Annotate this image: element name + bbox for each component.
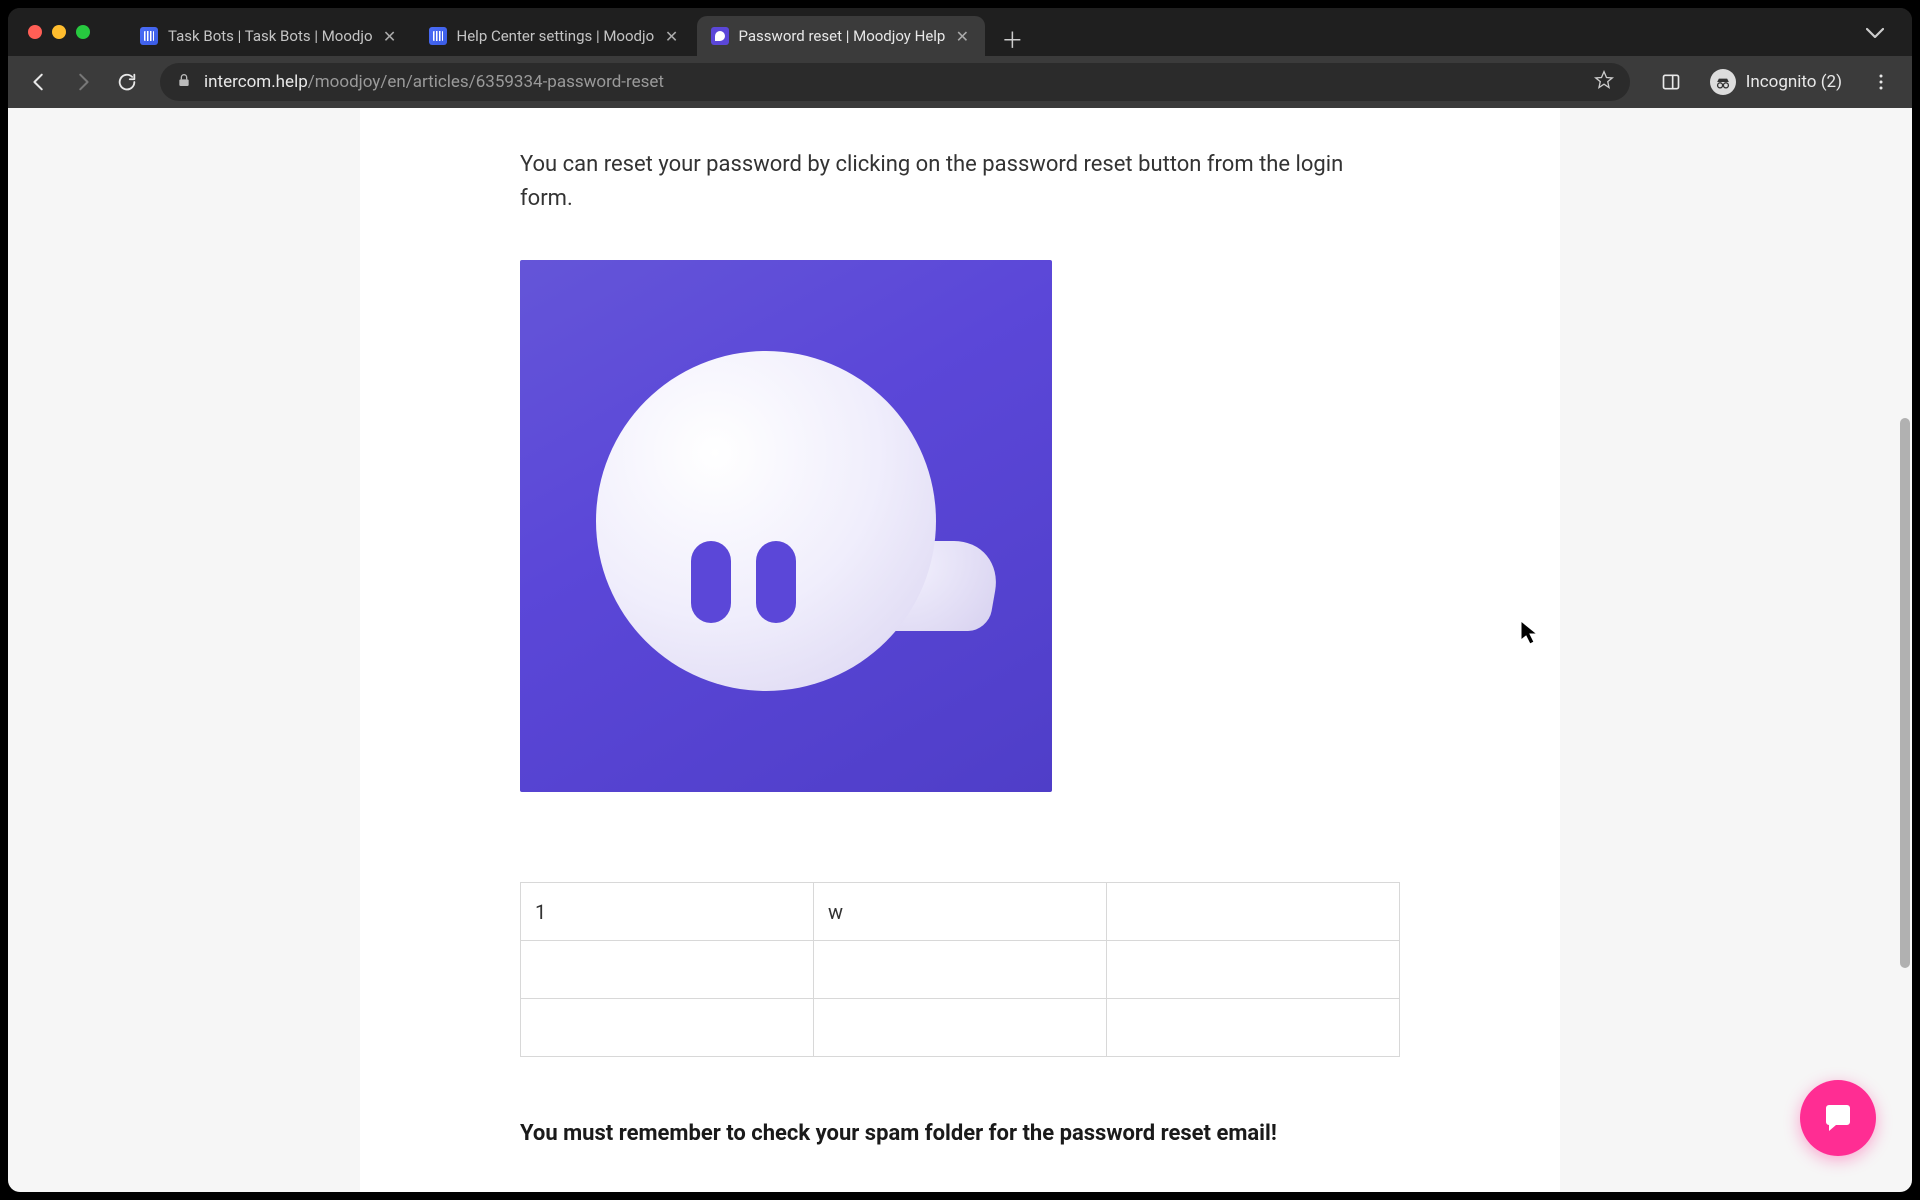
menu-button[interactable] [1862,63,1900,101]
toolbar: intercom.help/moodjoy/en/articles/635933… [8,56,1912,108]
table-cell [1107,883,1400,941]
url-host: intercom.help [204,72,308,92]
article-intro: You can reset your password by clicking … [520,148,1400,216]
viewport[interactable]: You can reset your password by clicking … [8,108,1912,1192]
table-cell [521,999,814,1057]
back-button[interactable] [20,63,58,101]
tab-help-center[interactable]: Help Center settings | Moodjo ✕ [415,16,695,56]
url-text: intercom.help/moodjoy/en/articles/635933… [204,72,1580,92]
chat-launcher[interactable] [1800,1080,1876,1156]
tab-overflow-button[interactable] [1850,26,1900,38]
tab-title: Password reset | Moodjoy Help [739,27,946,45]
close-tab-button[interactable]: ✕ [381,27,399,45]
close-tab-button[interactable]: ✕ [953,27,971,45]
tab-title: Task Bots | Task Bots | Moodjo [168,27,373,45]
article-image[interactable] [520,260,1052,792]
table-cell [814,999,1107,1057]
table-cell: 1 [521,883,814,941]
ghost-icon [711,27,729,45]
incognito-icon [1710,69,1736,95]
window-close-button[interactable] [28,25,42,39]
table-row [521,999,1400,1057]
new-tab-button[interactable]: ＋ [995,22,1029,56]
browser-window: Task Bots | Task Bots | Moodjo ✕ Help Ce… [8,8,1912,1192]
tab-password-reset[interactable]: Password reset | Moodjoy Help ✕ [697,16,986,56]
toolbar-right: Incognito (2) [1644,63,1900,101]
panel-button[interactable] [1652,63,1690,101]
tab-task-bots[interactable]: Task Bots | Task Bots | Moodjo ✕ [126,16,413,56]
table-cell: w [814,883,1107,941]
url-path: /moodjoy/en/articles/6359334-password-re… [308,72,664,92]
window-minimize-button[interactable] [52,25,66,39]
lock-icon [176,72,192,93]
bookmark-button[interactable] [1594,70,1614,95]
close-tab-button[interactable]: ✕ [663,27,681,45]
tabs: Task Bots | Task Bots | Moodjo ✕ Help Ce… [126,8,1850,56]
table-cell [814,941,1107,999]
tab-title: Help Center settings | Moodjo [457,27,655,45]
article-table: 1 w [520,882,1400,1057]
incognito-indicator[interactable]: Incognito (2) [1700,65,1852,99]
window-controls [20,25,102,39]
intercom-icon [429,27,447,45]
incognito-label: Incognito (2) [1746,72,1842,92]
address-bar[interactable]: intercom.help/moodjoy/en/articles/635933… [160,63,1630,101]
table-cell [1107,941,1400,999]
table-row [521,941,1400,999]
window-maximize-button[interactable] [76,25,90,39]
scrollbar[interactable] [1900,418,1910,968]
tab-strip: Task Bots | Task Bots | Moodjo ✕ Help Ce… [8,8,1912,56]
intercom-icon [140,27,158,45]
table-row: 1 w [521,883,1400,941]
table-cell [1107,999,1400,1057]
forward-button[interactable] [64,63,102,101]
table-cell [521,941,814,999]
ghost-logo [596,351,976,701]
chat-icon [1820,1100,1856,1136]
article-note: You must remember to check your spam fol… [520,1117,1400,1150]
reload-button[interactable] [108,63,146,101]
article: You can reset your password by clicking … [360,108,1560,1192]
